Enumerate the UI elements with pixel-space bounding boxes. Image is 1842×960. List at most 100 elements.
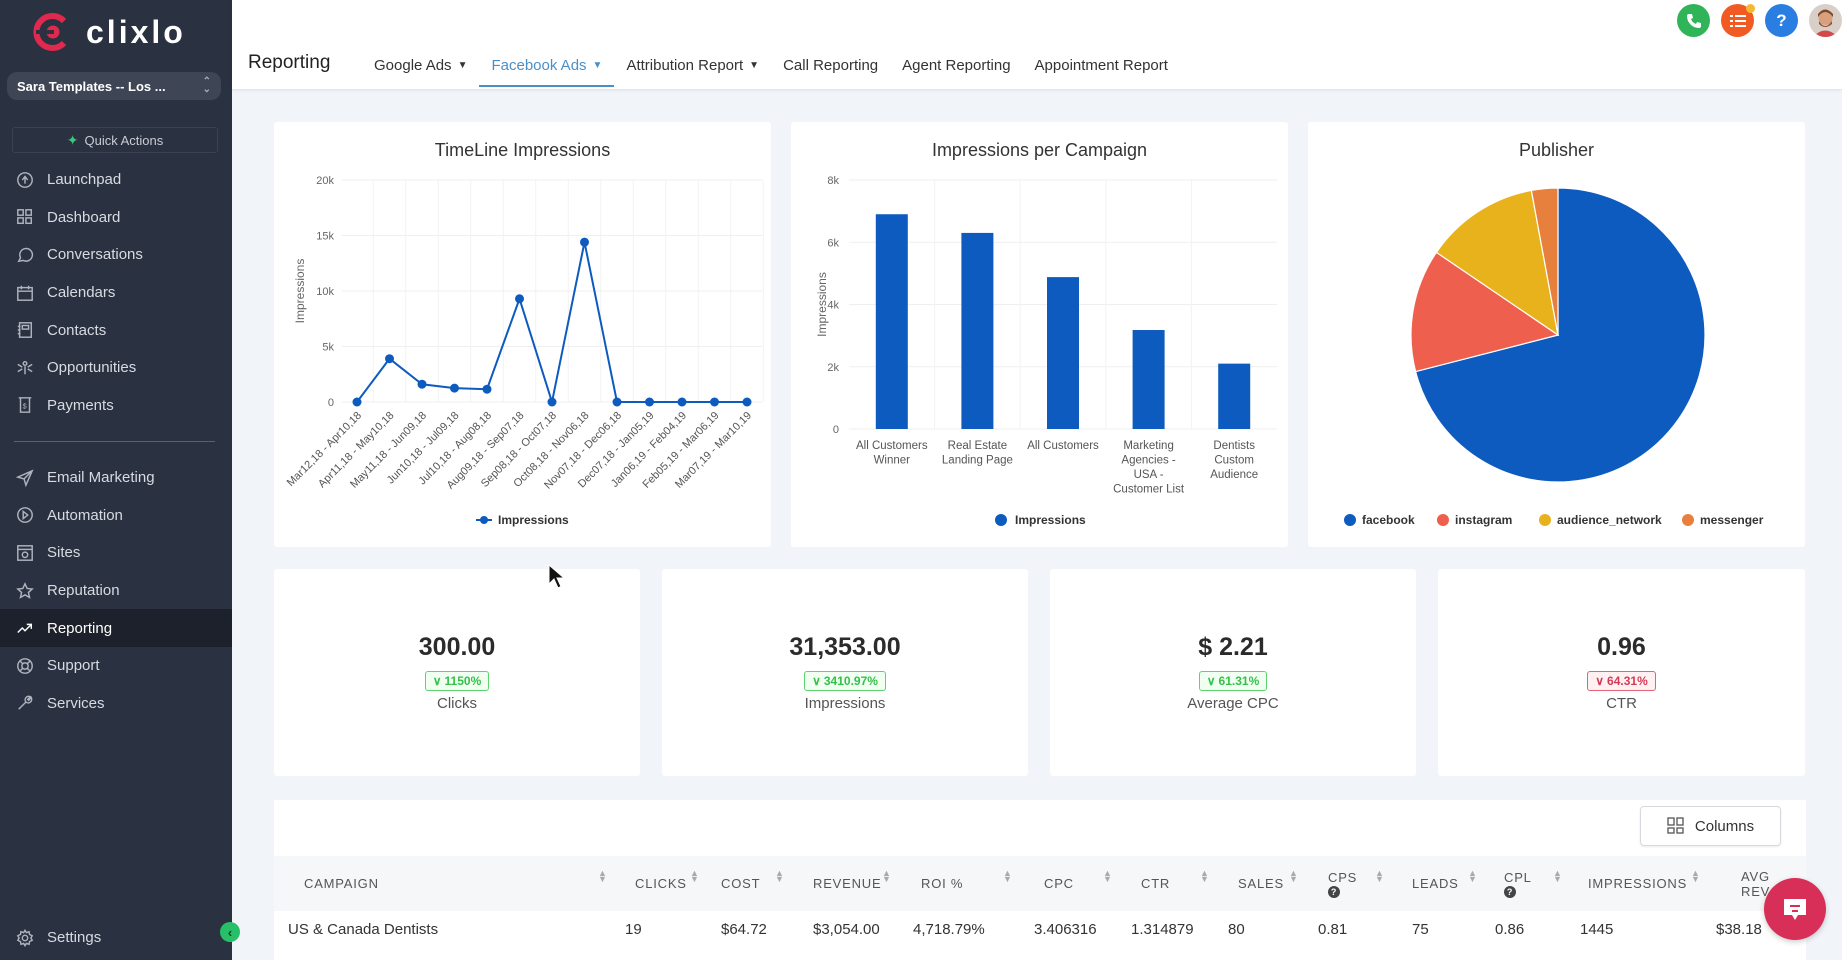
sort-icon[interactable]: ▲ ▼ — [1691, 869, 1700, 884]
mouse-cursor-icon — [548, 564, 566, 589]
timeline-impressions-card: TimeLine Impressions 0 5k 10k 15k 20k Impress… — [274, 122, 771, 547]
phone-button[interactable] — [1677, 4, 1710, 37]
chat-widget-button[interactable] — [1764, 878, 1826, 940]
kpi-value: 300.00 — [418, 633, 496, 661]
sidebar: clixlo Sara Templates -- Los ... ⌃ ⌄ ✦ Qu… — [0, 0, 232, 960]
x-tick-label: Custom — [1214, 455, 1254, 467]
sidebar-item-email-marketing[interactable]: Email Marketing — [0, 459, 232, 497]
column-header-impressions[interactable]: IMPRESSIONS — [1588, 856, 1687, 911]
sidebar-item-label: Services — [47, 694, 105, 712]
tab-label: Agent Reporting — [902, 57, 1011, 74]
quick-actions-label: Quick Actions — [84, 132, 164, 148]
legend-label: audience_network — [1557, 513, 1662, 527]
data-point — [612, 397, 622, 407]
sort-icon[interactable]: ▲ ▼ — [598, 869, 607, 884]
kpi-label: Average CPC — [1187, 695, 1279, 712]
help-icon: ? — [1776, 10, 1787, 30]
column-header-roi[interactable]: ROI % — [921, 856, 963, 911]
kpi-change: 1150% — [444, 674, 482, 688]
y-tick-label: 15k — [316, 231, 334, 243]
y-tick-label: 10k — [316, 286, 334, 298]
tab-label: Google Ads — [374, 57, 452, 74]
header-label: CPC — [1044, 876, 1074, 891]
sort-icon[interactable]: ▲ ▼ — [1003, 869, 1012, 884]
table-row[interactable]: US & Canada Dentists 19 $64.72 $3,054.00 4,7… — [274, 911, 1806, 948]
column-header-sales[interactable]: SALES — [1238, 856, 1284, 911]
phone-icon — [1686, 13, 1701, 28]
sidebar-item-conversations[interactable]: Conversations — [0, 236, 232, 274]
wrench-icon — [15, 693, 35, 713]
header-label: CTR — [1141, 876, 1171, 891]
sidebar-item-reputation[interactable]: Reputation — [0, 572, 232, 610]
cell-cpl: 0.86 — [1495, 921, 1525, 938]
sidebar-item-services[interactable]: Services — [0, 685, 232, 723]
kpi-label: Clicks — [437, 695, 477, 712]
tab-attribution-report[interactable]: Attribution Report ▼ — [614, 52, 771, 87]
column-header-leads[interactable]: LEADS — [1412, 856, 1459, 911]
column-header-cpc[interactable]: CPC — [1044, 856, 1074, 911]
sidebar-item-payments[interactable]: $ Payments — [0, 387, 232, 425]
column-header-ctr[interactable]: CTR — [1141, 856, 1170, 911]
tab-facebook-ads[interactable]: Facebook Ads ▼ — [479, 52, 615, 87]
sort-icon[interactable]: ▲ ▼ — [1553, 869, 1562, 884]
help-button[interactable]: ? — [1765, 4, 1798, 37]
table-header: CAMPAIGN ▲ ▼ CLICKS ▲ ▼ COST ▲ ▼ REVENUE ▲ ▼ ROI % ▲ ▼… — [274, 856, 1806, 911]
sidebar-item-support[interactable]: Support — [0, 647, 232, 685]
chevron-down-icon: ∨ — [432, 674, 442, 688]
legend-marker-icon — [1539, 514, 1551, 526]
column-header-cpl[interactable]: CPL? — [1504, 856, 1532, 911]
data-point — [352, 397, 362, 407]
column-header-revenue[interactable]: REVENUE — [813, 856, 881, 911]
chevron-up-down-icon: ⌃ ⌄ — [202, 76, 211, 95]
columns-button[interactable]: Columns — [1640, 806, 1781, 846]
sort-icon[interactable]: ▲ ▼ — [775, 869, 784, 884]
sidebar-item-settings[interactable]: Settings — [0, 919, 232, 957]
column-header-cost[interactable]: COST — [721, 856, 760, 911]
header-label: COST — [721, 876, 761, 891]
account-switcher[interactable]: Sara Templates -- Los ... ⌃ ⌄ — [7, 72, 221, 100]
sidebar-collapse-button[interactable]: ‹ — [220, 922, 240, 942]
data-point — [515, 294, 524, 304]
sidebar-item-calendars[interactable]: Calendars — [0, 274, 232, 312]
sidebar-item-dashboard[interactable]: Dashboard — [0, 199, 232, 237]
quick-actions-button[interactable]: ✦ Quick Actions — [12, 127, 218, 153]
cell-sales: 80 — [1228, 921, 1245, 938]
report-tabs: Google Ads ▼ Facebook Ads ▼ Attribution Re… — [362, 52, 1180, 87]
user-avatar[interactable] — [1809, 4, 1842, 37]
kpi-value: 31,353.00 — [789, 633, 901, 661]
sidebar-item-opportunities[interactable]: Opportunities — [0, 349, 232, 387]
tab-call-reporting[interactable]: Call Reporting — [771, 52, 890, 87]
sort-icon[interactable]: ▲ ▼ — [1289, 869, 1298, 884]
header-label-line: AVG — [1741, 868, 1770, 884]
kpi-label: Impressions — [804, 695, 886, 712]
sidebar-item-launchpad[interactable]: Launchpad — [0, 161, 232, 199]
column-header-clicks[interactable]: CLICKS — [635, 856, 687, 911]
tab-google-ads[interactable]: Google Ads ▼ — [362, 52, 479, 87]
sidebar-item-contacts[interactable]: Contacts — [0, 311, 232, 349]
sort-icon[interactable]: ▲ ▼ — [1200, 869, 1209, 884]
header-label: LEADS — [1412, 876, 1459, 891]
data-point — [710, 397, 719, 407]
y-tick-label: 2k — [827, 362, 839, 374]
sidebar-item-sites[interactable]: Sites — [0, 534, 232, 572]
sidebar-item-reporting[interactable]: Reporting — [0, 609, 232, 647]
columns-grid-icon — [1667, 817, 1684, 834]
tab-appointment-report[interactable]: Appointment Report — [1023, 52, 1180, 87]
sidebar-item-automation[interactable]: Automation — [0, 497, 232, 535]
kpi-change-badge: ∨ 1150% — [424, 671, 490, 691]
sidebar-item-label: Launchpad — [47, 171, 122, 189]
sort-icon[interactable]: ▲ ▼ — [1375, 869, 1384, 884]
tab-agent-reporting[interactable]: Agent Reporting — [890, 52, 1022, 87]
cell-cost: $64.72 — [721, 921, 767, 938]
sort-icon[interactable]: ▲ ▼ — [690, 869, 699, 884]
sort-icon[interactable]: ▲ ▼ — [882, 869, 891, 884]
y-tick-label: 20k — [316, 175, 334, 187]
tasks-button[interactable] — [1721, 4, 1755, 37]
brand-logo[interactable]: clixlo — [32, 12, 186, 52]
kpi-card-average-cpc: $ 2.21 ∨ 61.31% Average CPC — [1050, 569, 1416, 776]
sort-icon[interactable]: ▲ ▼ — [1103, 869, 1112, 884]
data-point — [677, 397, 687, 407]
sort-icon[interactable]: ▲ ▼ — [1468, 869, 1477, 884]
column-header-cps[interactable]: CPS? — [1328, 856, 1357, 911]
column-header-campaign[interactable]: CAMPAIGN — [304, 856, 379, 911]
